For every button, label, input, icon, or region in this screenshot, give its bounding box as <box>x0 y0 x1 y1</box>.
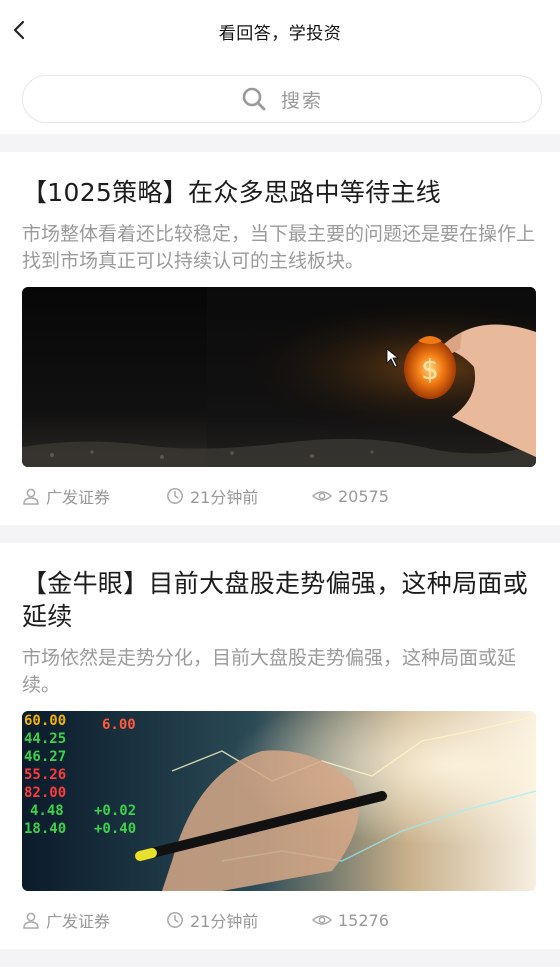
source-label: 广发证券 <box>46 912 111 931</box>
stock-number: +0.02 <box>94 803 136 819</box>
page-title: 看回答，学投资 <box>218 23 342 44</box>
article-summary: 市场整体看着还比较稳定，当下最主要的问题还是要在操作上找到市场真正可以持续认可的… <box>22 223 536 272</box>
article-card[interactable]: 【1025策略】在众多思路中等待主线 市场整体看着还比较稳定，当下最主要的问题还… <box>0 152 560 525</box>
search-input[interactable]: 搜索 <box>22 75 542 123</box>
divider <box>0 949 560 967</box>
back-button[interactable] <box>6 16 34 44</box>
svg-text:$: $ <box>421 353 439 386</box>
article-image[interactable]: 60.00 44.25 46.27 55.26 82.00 4.48 18.40… <box>22 711 536 891</box>
search-placeholder: 搜索 <box>280 89 323 112</box>
stock-number: 44.25 <box>24 731 66 747</box>
stock-number: 46.27 <box>24 749 66 765</box>
article-title[interactable]: 【1025策略】在众多思路中等待主线 <box>22 176 536 209</box>
clock-icon <box>167 488 183 504</box>
article-image[interactable]: $ <box>22 287 536 467</box>
divider <box>0 525 560 543</box>
divider <box>0 134 560 152</box>
stock-number: 60.00 <box>24 713 66 729</box>
article-summary: 市场依然是走势分化，目前大盘股走势偏强，这种局面或延续。 <box>22 647 517 696</box>
article-time: 21分钟前 <box>166 908 312 932</box>
source-label: 广发证券 <box>46 488 111 507</box>
eye-icon <box>312 491 332 501</box>
stock-number: 55.26 <box>24 767 66 783</box>
stock-board-pen-image: 60.00 44.25 46.27 55.26 82.00 4.48 18.40… <box>22 711 536 891</box>
money-bag-hand-image: $ <box>22 287 536 467</box>
article-source: 广发证券 <box>22 908 166 932</box>
article-views: 15276 <box>312 911 389 930</box>
time-label: 21分钟前 <box>190 488 259 507</box>
article-meta: 广发证券 21分钟前 15276 <box>22 891 536 949</box>
search-area: 搜索 <box>0 62 560 134</box>
stock-number: 82.00 <box>24 785 66 801</box>
views-count: 15276 <box>338 910 389 930</box>
stock-number: 18.40 <box>24 821 66 837</box>
time-label: 21分钟前 <box>190 912 259 931</box>
user-icon <box>23 912 39 929</box>
article-meta: 广发证券 21分钟前 20575 <box>22 467 536 525</box>
article-card[interactable]: 【金牛眼】目前大盘股走势偏强，这种局面或延续 市场依然是走势分化，目前大盘股走势… <box>0 543 560 949</box>
eye-icon <box>312 915 332 925</box>
article-time: 21分钟前 <box>166 484 312 508</box>
clock-icon <box>167 912 183 928</box>
article-source: 广发证券 <box>22 484 166 508</box>
stock-number: +0.40 <box>94 821 136 837</box>
stock-number: 4.48 <box>30 803 64 819</box>
article-views: 20575 <box>312 487 389 506</box>
user-icon <box>23 488 39 505</box>
top-bar: 看回答，学投资 <box>0 0 560 62</box>
search-icon <box>242 87 266 111</box>
views-count: 20575 <box>338 486 389 506</box>
article-title[interactable]: 【金牛眼】目前大盘股走势偏强，这种局面或延续 <box>22 567 536 633</box>
stock-number: 6.00 <box>102 717 136 733</box>
chevron-left-icon <box>13 20 25 40</box>
